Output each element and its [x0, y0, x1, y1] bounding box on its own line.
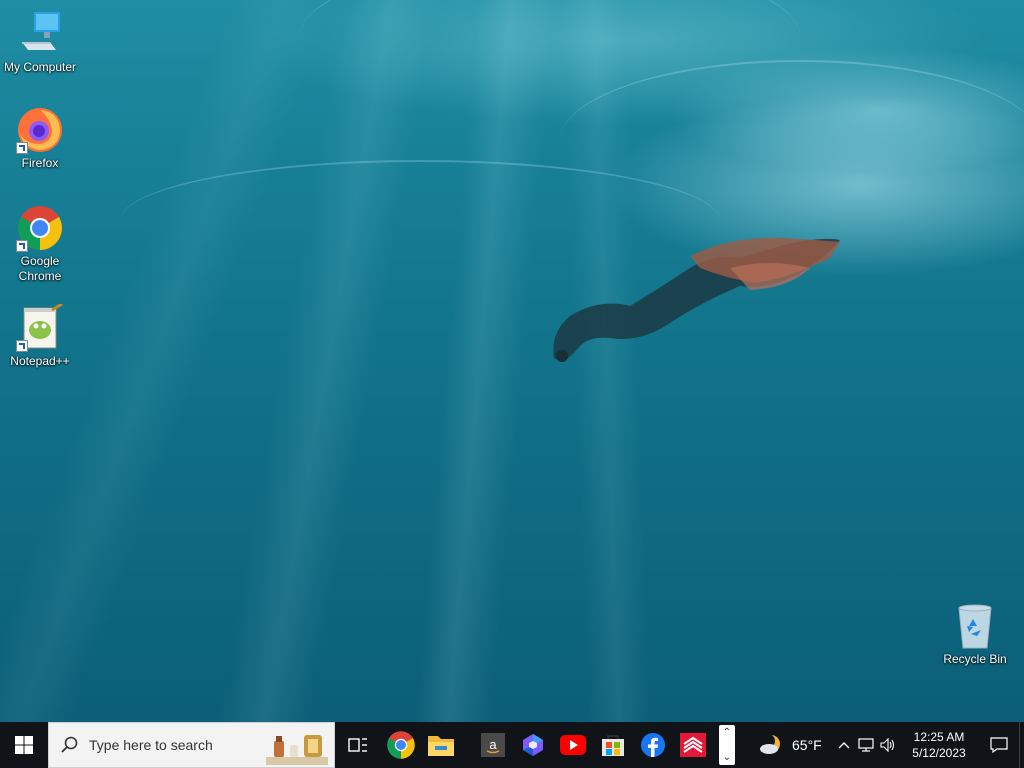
microsoft-365-icon: [523, 734, 543, 756]
system-tray: 12:25 AM 5/12/2023: [833, 722, 1024, 768]
icon-label: Notepad++: [10, 354, 70, 368]
taskbar-bank-of-america-button[interactable]: [673, 722, 713, 768]
icon-label: Google Chrome: [18, 254, 62, 283]
youtube-icon: [560, 735, 586, 755]
bank-of-america-icon: [680, 733, 706, 757]
notepad-plus-plus-desktop-icon[interactable]: Notepad++: [0, 302, 80, 369]
icon-label: Recycle Bin: [943, 652, 1007, 666]
diver-figure: [553, 237, 840, 362]
store-bag-icon: [602, 735, 624, 756]
task-view-icon: [348, 738, 367, 752]
weather-widget[interactable]: 65°F: [759, 734, 822, 756]
task-view-button[interactable]: [335, 722, 381, 768]
clock-time: 12:25 AM: [913, 730, 965, 744]
moon-cloud-icon: [760, 734, 780, 754]
chrome-icon: [16, 204, 64, 252]
icon-label: My Computer: [3, 60, 77, 74]
taskbar: Type here to search a ⌃ ⌄ 65°F 12:25 AM …: [0, 722, 1024, 768]
chevron-down-icon[interactable]: ⌄: [723, 752, 731, 763]
show-hidden-icons-button[interactable]: [833, 722, 855, 768]
speaker-icon: [880, 738, 895, 752]
shortcut-arrow-icon: [16, 142, 28, 154]
search-placeholder: Type here to search: [89, 737, 213, 753]
shortcut-arrow-icon: [16, 340, 28, 352]
taskbar-amazon-button[interactable]: a: [473, 722, 513, 768]
notification-icon: [990, 737, 1008, 753]
chrome-icon: [387, 731, 415, 759]
taskbar-clock[interactable]: 12:25 AM 5/12/2023: [907, 729, 971, 761]
icon-label: Firefox: [21, 156, 59, 170]
facebook-icon: [641, 733, 665, 757]
notepad-plus-plus-icon: [16, 302, 64, 352]
taskbar-file-explorer-button[interactable]: [421, 722, 461, 768]
weather-temperature: 65°F: [792, 737, 822, 753]
chevron-up-icon[interactable]: ⌃: [723, 727, 731, 738]
notification-center-button[interactable]: [979, 722, 1019, 768]
svg-text:a: a: [489, 737, 497, 752]
search-highlight-illustration: [266, 735, 328, 765]
taskbar-spacer: [461, 722, 473, 768]
amazon-icon: a: [481, 733, 505, 757]
taskbar-search-box[interactable]: Type here to search: [48, 722, 335, 768]
taskbar-chrome-button[interactable]: [381, 722, 421, 768]
taskbar-youtube-button[interactable]: [553, 722, 593, 768]
start-button[interactable]: [0, 722, 48, 768]
recycle-bin-desktop-icon[interactable]: Recycle Bin: [935, 602, 1015, 667]
search-icon: [61, 736, 78, 753]
clock-date: 5/12/2023: [912, 746, 966, 760]
volume-button[interactable]: [877, 722, 899, 768]
taskbar-overflow-scroller[interactable]: ⌃ ⌄: [719, 725, 735, 765]
taskbar-microsoft-365-button[interactable]: [513, 722, 553, 768]
firefox-desktop-icon[interactable]: Firefox: [0, 106, 80, 171]
show-desktop-button[interactable]: [1019, 722, 1024, 768]
taskbar-microsoft-store-button[interactable]: [593, 722, 633, 768]
chevron-up-icon: [838, 742, 850, 749]
recycle-bin-icon: [951, 602, 999, 650]
taskbar-facebook-button[interactable]: [633, 722, 673, 768]
chrome-desktop-icon[interactable]: Google Chrome: [0, 204, 80, 284]
shortcut-arrow-icon: [16, 240, 28, 252]
folder-icon: [428, 736, 454, 756]
desktop-background: My Computer Firefox Google Chrome Notepa…: [0, 0, 1024, 722]
network-button[interactable]: [855, 722, 877, 768]
network-icon: [858, 738, 874, 752]
my-computer-desktop-icon[interactable]: My Computer: [0, 10, 80, 75]
firefox-icon: [16, 106, 64, 154]
computer-icon: [16, 10, 64, 58]
windows-logo-icon: [15, 736, 33, 754]
